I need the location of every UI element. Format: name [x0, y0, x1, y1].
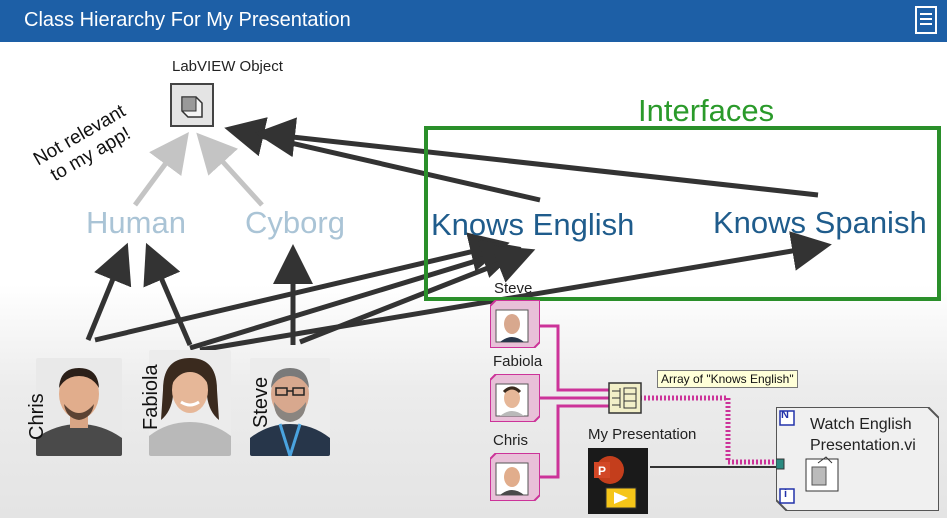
vi-label: Watch English Presentation.vi: [810, 414, 916, 456]
i-terminal: i: [784, 488, 788, 500]
fabiola-constant-label: Fabiola: [493, 353, 543, 370]
vi-label-line-1: Watch English: [810, 416, 912, 433]
cyborg-to-object-arrow: [196, 132, 264, 207]
steve-class-constant[interactable]: [490, 300, 540, 348]
human-to-object-arrow: [132, 131, 189, 207]
chris-class-constant[interactable]: [490, 453, 540, 501]
interfaces-title: Interfaces: [638, 93, 775, 128]
build-array-node[interactable]: [608, 382, 642, 414]
steve-constant-label: Steve: [494, 280, 533, 297]
human-class: Human: [86, 205, 186, 240]
svg-text:P: P: [598, 464, 606, 478]
cyborg-class: Cyborg: [245, 205, 345, 240]
vi-label-line-2: Presentation.vi: [810, 437, 916, 454]
presentation-label: My Presentation: [588, 426, 697, 443]
knows-english-interface: Knows English: [431, 207, 635, 242]
chris-name: Chris: [26, 393, 48, 440]
labview-object-icon: [170, 83, 214, 127]
fabiola-to-human-arrow: [143, 242, 193, 346]
fabiola-class-constant[interactable]: [490, 374, 540, 422]
knows-spanish-interface: Knows Spanish: [713, 205, 927, 240]
fabiola-name: Fabiola: [140, 364, 162, 430]
wire-tooltip: Array of "Knows English": [657, 370, 798, 388]
chris-constant-label: Chris: [493, 432, 529, 449]
chris-to-human-arrow: [85, 242, 132, 341]
presentation-constant[interactable]: P: [588, 448, 648, 514]
n-terminal: N: [781, 409, 789, 421]
steve-name: Steve: [250, 376, 272, 428]
labview-object-label: LabVIEW Object: [172, 58, 283, 75]
